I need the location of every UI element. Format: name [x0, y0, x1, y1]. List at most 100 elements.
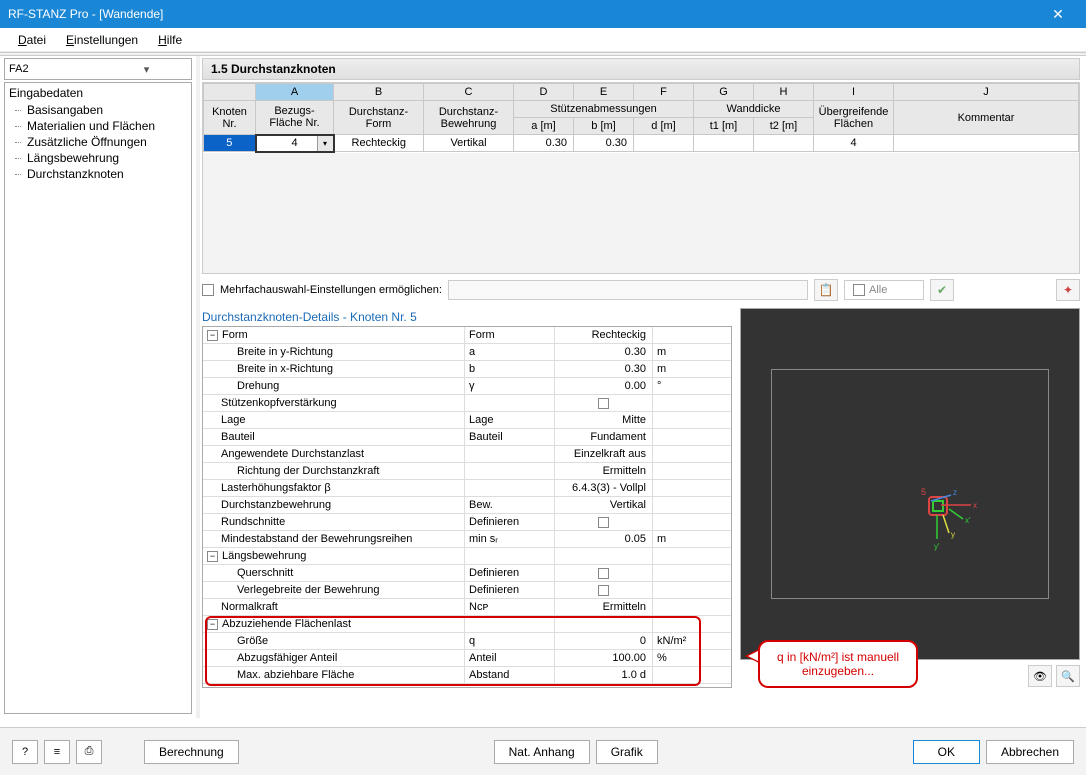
property-value[interactable]: Fundament	[555, 429, 653, 445]
tree-item-basisangaben[interactable]: Basisangaben	[9, 102, 187, 118]
col-J[interactable]: J	[894, 84, 1079, 101]
menu-file[interactable]: Datei	[8, 31, 56, 49]
cell-flaeche[interactable]: 4▾	[256, 135, 334, 152]
property-value[interactable]	[555, 395, 653, 411]
property-row[interactable]: DurchstanzbewehrungBew.Vertikal	[203, 497, 731, 514]
property-row[interactable]: Breite in x-Richtungb0.30m	[203, 361, 731, 378]
col-I[interactable]: I	[814, 84, 894, 101]
property-value[interactable]: Rechteckig	[555, 327, 653, 343]
chevron-down-icon[interactable]: ▾	[317, 136, 333, 151]
property-row[interactable]: Drehungγ0.00°	[203, 378, 731, 395]
property-row[interactable]: RundschnitteDefinieren	[203, 514, 731, 531]
property-row[interactable]: Angewendete DurchstanzlastEinzelkraft au…	[203, 446, 731, 463]
col-F[interactable]: F	[634, 84, 694, 101]
checkbox[interactable]	[598, 517, 609, 528]
zoom-icon[interactable]: 🔍	[1056, 665, 1080, 687]
property-value[interactable]	[555, 582, 653, 598]
fa-selector[interactable]: FA2 ▾	[4, 58, 192, 80]
col-G[interactable]: G	[694, 84, 754, 101]
checkbox[interactable]	[598, 585, 609, 596]
property-value[interactable]: Mitte	[555, 412, 653, 428]
menu-settings[interactable]: Einstellungen	[56, 31, 148, 49]
property-row[interactable]: Verlegebreite der BewehrungDefinieren	[203, 582, 731, 599]
cell-bew[interactable]: Vertikal	[424, 135, 514, 152]
tree-item-durchstanzknoten[interactable]: Durchstanzknoten	[9, 166, 187, 182]
help-icon[interactable]: ?	[12, 740, 38, 764]
property-value[interactable]: Ermitteln	[555, 463, 653, 479]
export-icon[interactable]: ≡	[44, 740, 70, 764]
grafik-button[interactable]: Grafik	[596, 740, 658, 764]
property-row[interactable]: Lasterhöhungsfaktor β6.4.3(3) - Vollpl	[203, 480, 731, 497]
alle-checkbox[interactable]: Alle	[844, 280, 924, 300]
abbrechen-button[interactable]: Abbrechen	[986, 740, 1074, 764]
collapse-icon[interactable]: −	[207, 619, 218, 630]
main-grid[interactable]: A B C D E F G H I J KnotenNr. Bezugs-Flä…	[202, 82, 1080, 274]
property-row[interactable]: BauteilBauteilFundament	[203, 429, 731, 446]
property-value[interactable]	[555, 514, 653, 530]
property-row[interactable]: −Abzuziehende Flächenlast	[203, 616, 731, 633]
col-D[interactable]: D	[514, 84, 574, 101]
property-row[interactable]: QuerschnittDefinieren	[203, 565, 731, 582]
property-value[interactable]: 6.4.3(3) - Vollpl	[555, 480, 653, 496]
cell-uber[interactable]: 4	[814, 135, 894, 152]
property-value[interactable]: 1.0 d	[555, 667, 653, 683]
ok-button[interactable]: OK	[913, 740, 980, 764]
eye-icon[interactable]: 👁	[1028, 665, 1052, 687]
property-row[interactable]: NormalkraftNᴄᴘErmitteln	[203, 599, 731, 616]
property-row[interactable]: −Längsbewehrung	[203, 548, 731, 565]
property-value[interactable]: 100.00	[555, 650, 653, 666]
property-value[interactable]	[555, 565, 653, 581]
cell-a[interactable]: 0.30	[514, 135, 574, 152]
property-value[interactable]: 0.00	[555, 378, 653, 394]
check-icon[interactable]: ✔	[930, 279, 954, 301]
col-E[interactable]: E	[574, 84, 634, 101]
property-row[interactable]: Mindestabstand der Bewehrungsreihenmin s…	[203, 531, 731, 548]
property-row[interactable]: Breite in y-Richtunga0.30m	[203, 344, 731, 361]
cell-t2[interactable]	[754, 135, 814, 152]
property-row[interactable]: LageLageMitte	[203, 412, 731, 429]
multiselect-field[interactable]	[448, 280, 808, 300]
multiselect-checkbox[interactable]	[202, 284, 214, 296]
close-icon[interactable]: ✕	[1038, 0, 1078, 28]
property-row[interactable]: Größeq0kN/m²	[203, 633, 731, 650]
properties-grid[interactable]: −FormFormRechteckigBreite in y-Richtunga…	[202, 326, 732, 688]
berechnung-button[interactable]: Berechnung	[144, 740, 239, 764]
tree-item-materialien[interactable]: Materialien und Flächen	[9, 118, 187, 134]
cell-d[interactable]	[634, 135, 694, 152]
property-row[interactable]: Stützenkopfverstärkung	[203, 395, 731, 412]
tree-item-oeffnungen[interactable]: Zusätzliche Öffnungen	[9, 134, 187, 150]
property-value[interactable]: 0.05	[555, 531, 653, 547]
property-value[interactable]	[555, 616, 653, 632]
property-row[interactable]: −FormFormRechteckig	[203, 327, 731, 344]
wand-icon[interactable]: ✦	[1056, 279, 1080, 301]
col-A[interactable]: A	[256, 84, 334, 101]
property-row[interactable]: Max. abziehbare FlächeAbstand1.0 d	[203, 667, 731, 684]
cell-komm[interactable]	[894, 135, 1079, 152]
tree-item-laengsbewehrung[interactable]: Längsbewehrung	[9, 150, 187, 166]
checkbox[interactable]	[598, 398, 609, 409]
col-B[interactable]: B	[334, 84, 424, 101]
col-C[interactable]: C	[424, 84, 514, 101]
cell-form[interactable]: Rechteckig	[334, 135, 424, 152]
collapse-icon[interactable]: −	[207, 551, 218, 562]
checkbox[interactable]	[598, 568, 609, 579]
col-H[interactable]: H	[754, 84, 814, 101]
nat-anhang-button[interactable]: Nat. Anhang	[494, 740, 590, 764]
property-value[interactable]: Vertikal	[555, 497, 653, 513]
collapse-icon[interactable]: −	[207, 330, 218, 341]
property-value[interactable]: Ermitteln	[555, 599, 653, 615]
property-value[interactable]: 0	[555, 633, 653, 649]
preview-3d[interactable]: x x' y' y z 5	[740, 308, 1080, 660]
apply-icon[interactable]: 📋	[814, 279, 838, 301]
tree-root[interactable]: Eingabedaten	[9, 86, 187, 100]
property-row[interactable]: Richtung der DurchstanzkraftErmitteln	[203, 463, 731, 480]
property-value[interactable]: 0.30	[555, 344, 653, 360]
cell-b[interactable]: 0.30	[574, 135, 634, 152]
property-value[interactable]: Einzelkraft aus	[555, 446, 653, 462]
property-value[interactable]: 0.30	[555, 361, 653, 377]
property-value[interactable]	[555, 548, 653, 564]
table-row[interactable]: 5 4▾ Rechteckig Vertikal 0.30 0.30 4	[204, 135, 1079, 152]
cell-t1[interactable]	[694, 135, 754, 152]
print-icon[interactable]: ⎙	[76, 740, 102, 764]
menu-help[interactable]: Hilfe	[148, 31, 192, 49]
